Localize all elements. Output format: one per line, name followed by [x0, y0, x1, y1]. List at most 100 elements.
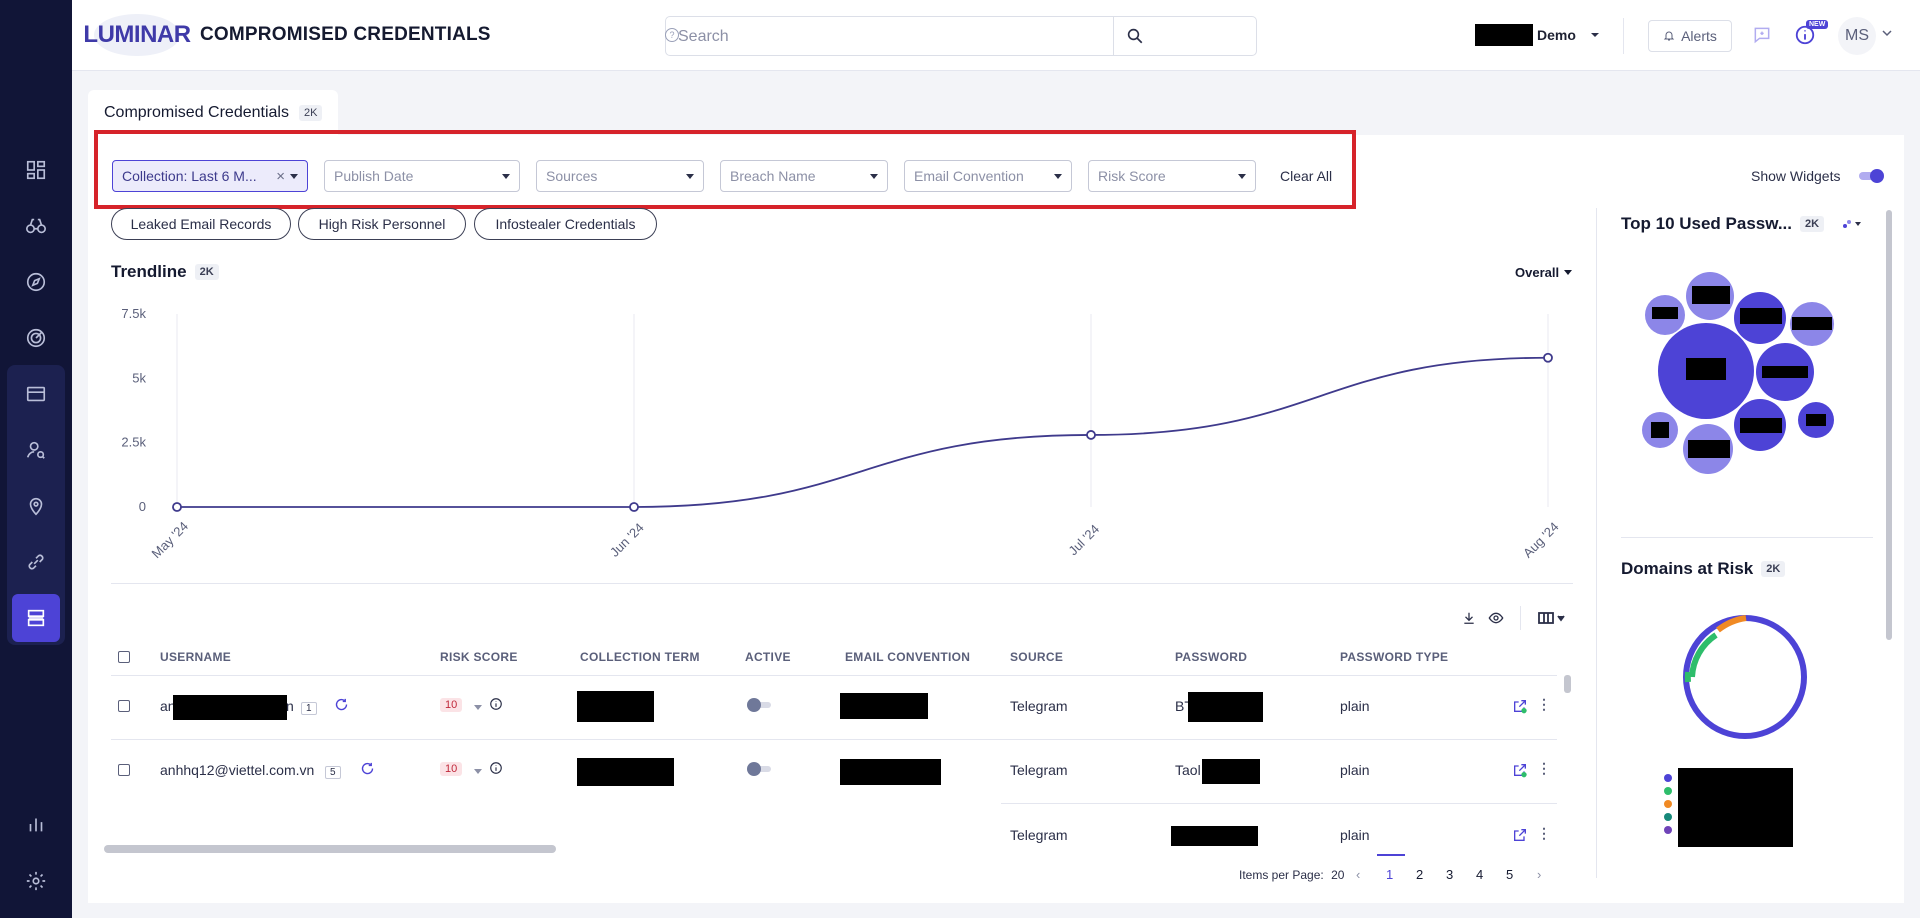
risk-score-badge: 10: [440, 762, 463, 776]
widgets-divider: [1596, 208, 1597, 878]
columns-icon[interactable]: [1537, 608, 1567, 628]
open-external-icon[interactable]: [1512, 762, 1528, 781]
link-icon[interactable]: [12, 538, 60, 586]
chip-leaked-email-records[interactable]: Leaked Email Records: [111, 208, 291, 240]
data-point: [1543, 352, 1553, 363]
widget-options-icon[interactable]: [1842, 217, 1864, 235]
redacted-collection-term: [577, 691, 654, 722]
toolbar-divider: [1520, 606, 1521, 630]
column-header-active[interactable]: ACTIVE: [745, 650, 791, 664]
more-options-icon[interactable]: ⋮: [1537, 760, 1551, 777]
collection-filter[interactable]: Collection: Last 6 M... ×: [112, 160, 308, 192]
domains-donut-chart: [1683, 615, 1807, 739]
alerts-button[interactable]: Alerts: [1648, 20, 1732, 52]
prev-page-icon[interactable]: ‹: [1356, 867, 1360, 882]
email-convention-filter[interactable]: Email Convention: [904, 160, 1072, 192]
feedback-icon[interactable]: [1749, 22, 1775, 48]
show-widgets-toggle[interactable]: [1859, 169, 1884, 183]
luminar-logo[interactable]: LUMINAR: [83, 14, 191, 56]
settings-icon[interactable]: [12, 857, 60, 905]
search-icon: [1127, 28, 1142, 44]
column-header-risk-score[interactable]: RISK SCORE: [440, 650, 518, 664]
eye-icon[interactable]: [1486, 608, 1506, 628]
page-2[interactable]: 2: [1416, 867, 1423, 882]
y-tick-label: 0: [139, 499, 146, 514]
y-tick-label: 2.5k: [121, 435, 146, 450]
dashboard-icon[interactable]: [12, 146, 60, 194]
table-row-username[interactable]: anhhq12@viettel.com.vn: [160, 762, 314, 778]
page-3[interactable]: 3: [1446, 867, 1453, 882]
avatar[interactable]: MS: [1838, 17, 1876, 55]
items-per-page[interactable]: Items per Page: 20: [1239, 868, 1344, 882]
row-checkbox[interactable]: [118, 700, 130, 712]
page-5[interactable]: 5: [1506, 867, 1513, 882]
compass-icon[interactable]: [12, 258, 60, 306]
redacted-email-convention: [840, 759, 941, 785]
email-convention-label: Email Convention: [914, 168, 1024, 184]
caret-down-icon[interactable]: [474, 697, 482, 713]
domains-at-risk-title: Domains at Risk 2K: [1621, 559, 1786, 579]
donut-segment[interactable]: [1683, 615, 1807, 739]
redacted-collection-term: [577, 758, 674, 786]
sources-filter[interactable]: Sources: [536, 160, 704, 192]
refresh-icon[interactable]: [360, 761, 375, 779]
column-header-source[interactable]: SOURCE: [1010, 650, 1063, 664]
column-header-password[interactable]: PASSWORD: [1175, 650, 1247, 664]
page-1[interactable]: 1: [1386, 867, 1393, 882]
new-badge: NEW: [1806, 20, 1829, 29]
credentials-icon[interactable]: [12, 594, 60, 642]
search-input[interactable]: [678, 26, 1158, 48]
top-bar: LUMINAR COMPROMISED CREDENTIALS: [72, 0, 1920, 71]
legend-dot: [1664, 774, 1672, 782]
column-header-password-type[interactable]: PASSWORD TYPE: [1340, 650, 1448, 664]
info-icon[interactable]: [489, 761, 503, 778]
open-external-icon[interactable]: [1512, 698, 1528, 717]
analytics-icon[interactable]: [12, 800, 60, 848]
more-options-icon[interactable]: ⋮: [1537, 696, 1551, 713]
more-options-icon[interactable]: ⋮: [1537, 825, 1551, 842]
user-search-icon[interactable]: [12, 426, 60, 474]
download-icon[interactable]: [1459, 608, 1479, 628]
toggle-knob: [747, 762, 761, 776]
active-toggle[interactable]: [747, 762, 771, 776]
refresh-icon[interactable]: [334, 697, 349, 715]
help-icon[interactable]: ?: [665, 28, 679, 42]
column-header-email-convention[interactable]: EMAIL CONVENTION: [845, 650, 970, 664]
redacted-username: [173, 695, 287, 720]
clear-icon[interactable]: ×: [276, 168, 285, 185]
select-all-checkbox[interactable]: [118, 651, 130, 663]
legend-dot: [1664, 787, 1672, 795]
risk-score-filter[interactable]: Risk Score: [1088, 160, 1256, 192]
search-button[interactable]: [1113, 17, 1155, 55]
overall-dropdown[interactable]: Overall: [1515, 265, 1573, 280]
column-header-username[interactable]: USERNAME: [160, 650, 231, 664]
next-page-icon[interactable]: ›: [1537, 867, 1541, 882]
column-header-collection-term[interactable]: COLLECTION TERM: [580, 650, 700, 664]
widgets-scrollbar[interactable]: [1886, 210, 1892, 640]
risk-score-badge: 10: [440, 698, 463, 712]
publish-date-filter[interactable]: Publish Date: [324, 160, 520, 192]
chevron-down-icon[interactable]: [1882, 28, 1892, 38]
breach-name-filter[interactable]: Breach Name: [720, 160, 888, 192]
chip-infostealer-credentials[interactable]: Infostealer Credentials: [474, 208, 657, 240]
redacted-org: [1475, 24, 1533, 46]
row-checkbox[interactable]: [118, 764, 130, 776]
radar-icon[interactable]: [12, 314, 60, 362]
active-toggle[interactable]: [747, 698, 771, 712]
card-icon[interactable]: [12, 370, 60, 418]
domains-at-risk-count: 2K: [1761, 561, 1786, 577]
table-vertical-scrollbar[interactable]: [1564, 675, 1571, 693]
info-icon[interactable]: [489, 697, 503, 714]
open-external-icon[interactable]: [1512, 827, 1528, 846]
section-divider: [111, 583, 1573, 584]
trendline-chart: 7.5k 5k 2.5k 0May '24 Jun '24 Jul '24 Aug '24: [121, 306, 1561, 561]
binoculars-icon[interactable]: [12, 202, 60, 250]
clear-all-button[interactable]: Clear All: [1280, 168, 1332, 184]
chip-high-risk-personnel[interactable]: High Risk Personnel: [298, 208, 466, 240]
org-selector[interactable]: Demo: [1475, 24, 1600, 46]
page-4[interactable]: 4: [1476, 867, 1483, 882]
horizontal-scrollbar[interactable]: [104, 845, 556, 853]
caret-down-icon[interactable]: [474, 761, 482, 777]
collection-filter-label: Collection: Last 6 M...: [122, 168, 257, 184]
location-icon[interactable]: [12, 482, 60, 530]
